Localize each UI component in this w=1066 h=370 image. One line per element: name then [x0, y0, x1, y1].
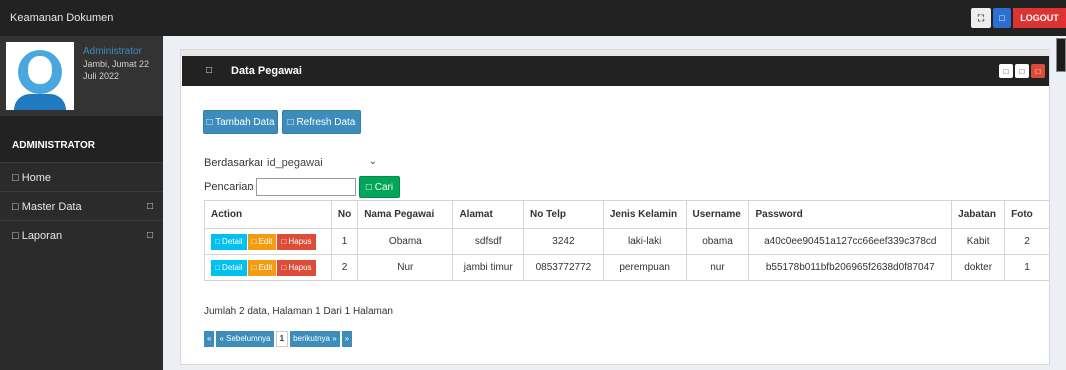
prev-page-button[interactable]: « Sebelumnya — [216, 331, 274, 347]
cell-password: b55178b011bfb206965f2638d0f87047 — [748, 254, 953, 281]
app-brand[interactable]: Keamanan Dokumen — [10, 12, 113, 24]
current-page[interactable]: 1 — [275, 331, 289, 347]
sidebar-item-label: □ Master Data — [12, 201, 82, 213]
edit-button[interactable]: □ Edit — [247, 233, 277, 250]
row-actions: □ Detail □ Edit □ Hapus — [204, 254, 332, 281]
cell-jabatan: dokter — [951, 254, 1006, 281]
sidebar: Administrator Jambi, Jumat 22 Juli 2022 … — [0, 36, 163, 370]
employee-table: Action No Nama Pegawai Alamat No Telp Je… — [204, 200, 1050, 281]
search-input[interactable] — [256, 178, 356, 196]
search-colon: : — [249, 181, 253, 193]
cell-nama: Obama — [357, 228, 454, 255]
detail-button[interactable]: □ Detail — [211, 233, 247, 250]
cell-jabatan: Kabit — [951, 228, 1006, 255]
add-data-button[interactable]: □ Tambah Data — [203, 110, 278, 134]
filter-by-label: Berdasarkan: — [204, 157, 270, 169]
last-page-button[interactable]: » — [341, 331, 353, 347]
cell-password: a40c0ee90451a127cc66eef339c378cd — [748, 228, 953, 255]
top-navbar: Keamanan Dokumen ⛶ □ LOGOUT — [0, 0, 1066, 36]
filter-field-select[interactable]: id_pegawai ⌄ — [262, 153, 383, 173]
data-panel: □ Data Pegawai □ □ □ □ Tambah Data □ Ref… — [180, 49, 1051, 365]
column-header: No — [330, 200, 359, 229]
cell-foto: 2 — [1004, 228, 1050, 255]
logout-button[interactable]: LOGOUT — [1013, 8, 1066, 28]
column-header: Jenis Kelamin — [602, 200, 687, 229]
cell-nama: Nur — [357, 254, 454, 281]
settings-square-icon[interactable]: □ — [993, 8, 1011, 28]
cell-alamat: sdfsdf — [452, 228, 525, 255]
pagination: « « Sebelumnya 1 berikutnya » » — [204, 331, 353, 347]
avatar — [6, 42, 74, 110]
cell-no: 1 — [330, 228, 359, 255]
first-page-button[interactable]: « — [204, 331, 215, 347]
column-header: Foto — [1004, 200, 1050, 229]
refresh-data-button[interactable]: □ Refresh Data — [282, 110, 361, 134]
cell-no: 2 — [330, 254, 359, 281]
fullscreen-icon[interactable]: ⛶ — [971, 8, 991, 28]
column-header: Username — [685, 200, 750, 229]
panel-tools: □ □ □ — [999, 64, 1045, 78]
pagination-summary: Jumlah 2 data, Halaman 1 Dari 1 Halaman — [204, 306, 393, 317]
sidebar-item-home[interactable]: □ Home — [0, 162, 163, 191]
sidebar-item-master-data[interactable]: □ Master Data □ — [0, 191, 163, 220]
search-button[interactable]: □ Cari — [359, 176, 400, 198]
sidebar-item-label: □ Laporan — [12, 230, 63, 242]
cell-username: obama — [685, 228, 750, 255]
chevron-icon: □ — [146, 201, 153, 212]
avatar-face — [28, 56, 52, 84]
close-icon[interactable]: □ — [1031, 64, 1045, 78]
table-row: □ Detail □ Edit □ Hapus 1 Obama sdfsdf 324… — [204, 228, 1050, 255]
cell-telp: 0853772772 — [523, 254, 604, 281]
cell-jenis-kelamin: perempuan — [602, 254, 687, 281]
column-header: Jabatan — [951, 200, 1006, 229]
delete-button[interactable]: □ Hapus — [277, 233, 316, 250]
column-header: Action — [204, 200, 332, 229]
sidebar-item-label: □ Home — [12, 172, 52, 184]
panel-header-icon: □ — [206, 65, 213, 76]
user-name: Administrator — [83, 46, 142, 57]
panel-title: Data Pegawai — [231, 65, 302, 77]
edit-button[interactable]: □ Edit — [247, 259, 277, 276]
role-label: ADMINISTRATOR — [0, 116, 163, 162]
next-page-button[interactable]: berikutnya » — [290, 331, 340, 347]
user-panel: Administrator Jambi, Jumat 22 Juli 2022 — [0, 36, 163, 116]
column-header: Nama Pegawai — [357, 200, 454, 229]
column-header: Alamat — [452, 200, 525, 229]
detail-button[interactable]: □ Detail — [211, 259, 247, 276]
cell-foto: 1 — [1004, 254, 1050, 281]
row-actions: □ Detail □ Edit □ Hapus — [204, 228, 332, 255]
search-label: Pencarian — [204, 181, 254, 193]
sidebar-item-laporan[interactable]: □ Laporan □ — [0, 220, 163, 249]
table-row: □ Detail □ Edit □ Hapus 2 Nur jambi timur … — [204, 254, 1050, 281]
collapse-icon[interactable]: □ — [999, 64, 1013, 78]
user-date: Jambi, Jumat 22 Juli 2022 — [83, 59, 150, 81]
filter-field-value: id_pegawai — [267, 157, 323, 169]
main-content: □ Data Pegawai □ □ □ □ Tambah Data □ Ref… — [163, 36, 1066, 370]
column-header: Password — [748, 200, 953, 229]
cell-jenis-kelamin: laki-laki — [602, 228, 687, 255]
chevron-icon: □ — [146, 230, 153, 241]
chevron-down-icon: ⌄ — [368, 156, 377, 167]
avatar-body — [14, 94, 66, 110]
column-header: No Telp — [523, 200, 604, 229]
delete-button[interactable]: □ Hapus — [277, 259, 316, 276]
cell-telp: 3242 — [523, 228, 604, 255]
panel-header: □ Data Pegawai □ □ □ — [182, 56, 1049, 86]
table-header-row: Action No Nama Pegawai Alamat No Telp Je… — [204, 200, 1050, 229]
maximize-icon[interactable]: □ — [1015, 64, 1029, 78]
cell-username: nur — [685, 254, 750, 281]
cell-alamat: jambi timur — [452, 254, 525, 281]
